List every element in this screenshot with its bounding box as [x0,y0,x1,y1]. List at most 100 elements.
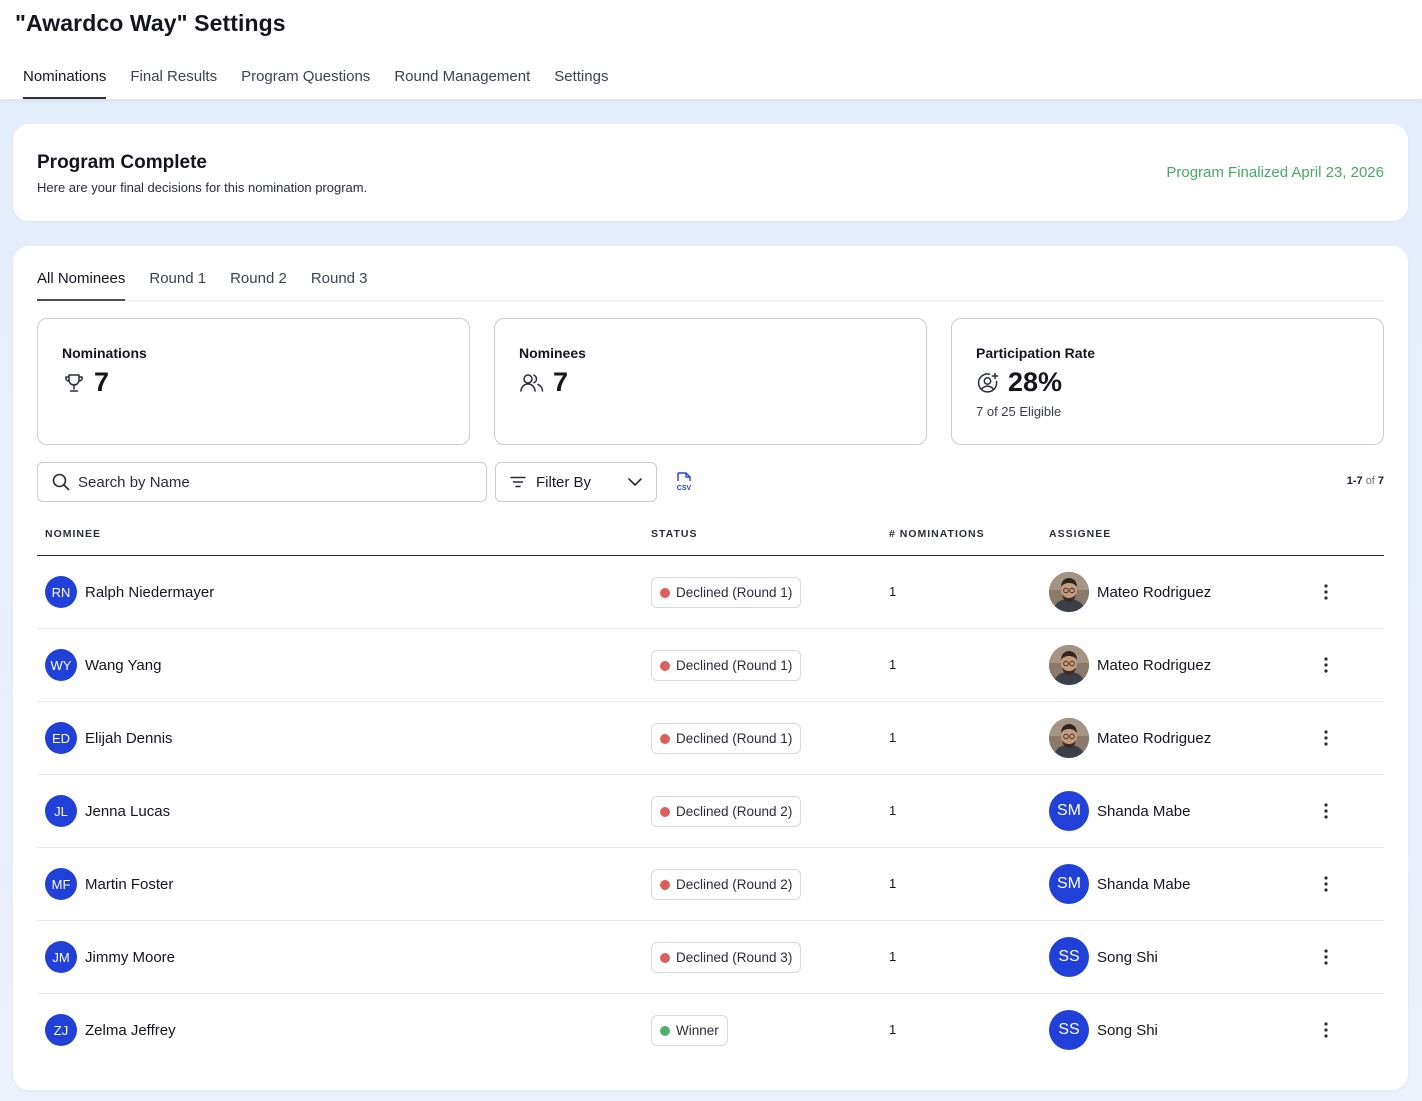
column-header-assignee[interactable]: ASSIGNEE [1049,528,1111,540]
nominee-cell[interactable]: RN Ralph Niedermayer [45,576,214,608]
nominee-name[interactable]: Jenna Lucas [85,803,170,820]
round-tabs: All Nominees Round 1 Round 2 Round 3 [37,270,1384,301]
search-box[interactable] [37,462,487,502]
table-row[interactable]: ZJ Zelma Jeffrey Winner 1 SS Song Shi [37,994,1384,1067]
pager-range: 1-7 [1346,475,1363,487]
page-title: "Awardco Way" Settings [15,10,286,36]
table-row[interactable]: WY Wang Yang Declined (Round 1) 1 Mateo … [37,629,1384,702]
assignee-name: Mateo Rodriguez [1097,656,1212,674]
column-header-status[interactable]: STATUS [651,528,697,540]
assignee-photo [1049,718,1089,758]
tab-round-2[interactable]: Round 2 [230,270,287,301]
assignee-photo-image [1049,572,1089,612]
user-plus-icon [977,372,999,393]
more-vertical-icon [1324,584,1328,600]
nominations-count: 1 [889,949,897,964]
status-text: Declined (Round 2) [676,804,793,819]
nominee-avatar: JL [45,795,77,827]
row-actions-button[interactable] [1323,874,1329,899]
status-text: Declined (Round 1) [676,731,793,746]
stat-card-nominations: Nominations 7 [37,318,470,445]
tab-round-management[interactable]: Round Management [394,68,530,99]
tab-program-questions[interactable]: Program Questions [241,68,370,99]
status-dot [660,879,670,890]
status-text: Winner [676,1023,719,1038]
nominee-avatar: WY [45,649,77,681]
assignee-avatar: SS [1049,937,1089,977]
tab-round-1[interactable]: Round 1 [149,270,206,301]
nominee-name[interactable]: Ralph Niedermayer [85,584,214,601]
assignee-name: Mateo Rodriguez [1097,583,1212,601]
status-badge: Declined (Round 1) [651,650,802,681]
eligible-note: 7 of 25 Eligible [976,404,1062,419]
nominee-avatar: ED [45,722,77,754]
assignee-name: Song Shi [1097,948,1158,966]
row-actions-button[interactable] [1323,1020,1329,1045]
tab-final-results[interactable]: Final Results [130,68,217,99]
filter-dropdown[interactable]: Filter By [495,462,657,502]
trophy-icon [65,373,83,392]
table-row[interactable]: MF Martin Foster Declined (Round 2) 1 SM… [37,848,1384,921]
nominee-cell[interactable]: ZJ Zelma Jeffrey [45,1014,176,1046]
program-complete-title: Program Complete [37,152,207,173]
status-text: Declined (Round 3) [676,950,793,965]
assignee-photo [1049,645,1089,685]
status-dot [660,806,670,817]
assignee-cell: SS Song Shi [1049,937,1158,977]
stat-label: Nominees [519,345,586,361]
nominee-name[interactable]: Jimmy Moore [85,949,175,966]
stat-card-nominees: Nominees 7 [494,318,927,445]
nominee-name[interactable]: Martin Foster [85,876,173,893]
top-header: "Awardco Way" Settings Nominations Final… [0,0,1422,100]
nominations-count: 1 [889,730,897,745]
more-vertical-icon [1324,730,1328,746]
row-actions-button[interactable] [1323,947,1329,972]
tab-settings[interactable]: Settings [554,68,608,99]
column-header-nominee[interactable]: NOMINEE [45,528,101,540]
tab-all-nominees[interactable]: All Nominees [37,270,126,301]
table-row[interactable]: RN Ralph Niedermayer Declined (Round 1) … [37,556,1384,629]
nominee-cell[interactable]: WY Wang Yang [45,649,161,681]
more-vertical-icon [1324,1022,1328,1038]
status-text: Declined (Round 1) [676,658,793,673]
assignee-name: Song Shi [1097,1021,1158,1039]
table-row[interactable]: JM Jimmy Moore Declined (Round 3) 1 SS S… [37,921,1384,994]
status-text: Declined (Round 2) [676,877,793,892]
assignee-photo [1049,572,1089,612]
nominee-name[interactable]: Wang Yang [85,657,161,674]
table-row[interactable]: JL Jenna Lucas Declined (Round 2) 1 SM S… [37,775,1384,848]
csv-export-button[interactable]: CSV [675,472,693,497]
row-actions-button[interactable] [1323,655,1329,680]
table-row[interactable]: ED Elijah Dennis Declined (Round 1) 1 Ma… [37,702,1384,775]
nominee-cell[interactable]: JL Jenna Lucas [45,795,170,827]
more-vertical-icon [1324,876,1328,892]
nominee-cell[interactable]: MF Martin Foster [45,868,173,900]
filter-icon [510,476,526,488]
tab-round-3[interactable]: Round 3 [311,270,368,301]
search-input[interactable] [78,473,458,491]
stat-card-participation-rate: Participation Rate 28% 7 of 25 Eligible [951,318,1384,445]
row-actions-button[interactable] [1323,728,1329,753]
row-actions-button[interactable] [1323,582,1329,607]
nominee-avatar: JM [45,941,77,973]
column-header-nominations[interactable]: # NOMINATIONS [889,528,985,540]
pager-of: of [1365,475,1375,487]
nominee-cell[interactable]: ED Elijah Dennis [45,722,173,754]
assignee-cell: SM Shanda Mabe [1049,791,1190,831]
row-actions-button[interactable] [1323,801,1329,826]
assignee-photo-image [1049,645,1089,685]
users-icon [520,373,544,392]
assignee-cell: Mateo Rodriguez [1049,572,1211,612]
assignee-avatar: SM [1049,864,1089,904]
nominee-name[interactable]: Zelma Jeffrey [85,1022,176,1039]
tab-nominations[interactable]: Nominations [23,68,107,99]
nominee-cell[interactable]: JM Jimmy Moore [45,941,175,973]
status-text: Declined (Round 1) [676,585,793,600]
assignee-photo-image [1049,718,1089,758]
status-dot [660,733,670,744]
chevron-down-icon [628,478,642,486]
nominations-count: 1 [889,584,897,599]
nominations-count: 1 [889,1022,897,1037]
nominee-name[interactable]: Elijah Dennis [85,730,173,747]
assignee-avatar: SM [1049,791,1089,831]
